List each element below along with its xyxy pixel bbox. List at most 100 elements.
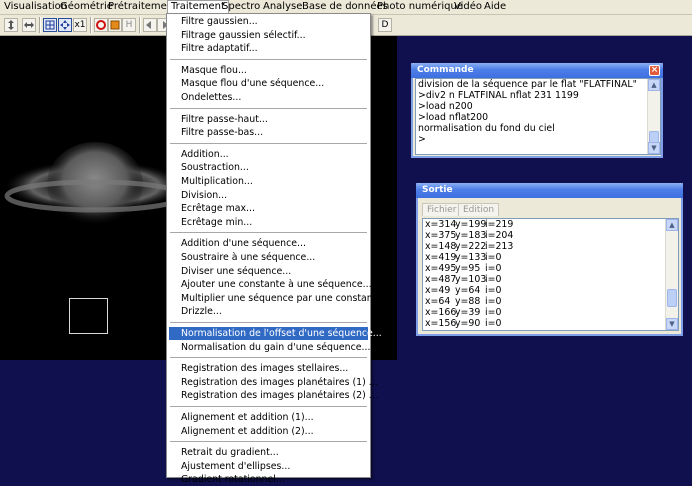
output-y: y=222 — [455, 241, 487, 252]
menu-item[interactable]: Normalisation de l'offset d'une séquence… — [169, 327, 382, 340]
menu-item[interactable]: Ondelettes... — [169, 91, 368, 104]
menu-item[interactable]: Retrait du gradient... — [169, 446, 368, 459]
output-y: y=88 — [455, 296, 481, 307]
output-i: i=0 — [485, 274, 502, 285]
output-x: x=487 — [425, 274, 457, 285]
menu-item[interactable]: Division... — [169, 189, 368, 202]
output-i: i=0 — [485, 318, 502, 329]
console-line: > — [418, 134, 426, 145]
close-icon[interactable]: × — [649, 65, 660, 76]
d-label: D — [381, 20, 389, 30]
commande-titlebar[interactable]: Commande × — [411, 63, 663, 78]
output-i: i=219 — [485, 219, 514, 230]
menu-item[interactable]: Diviser une séquence... — [169, 265, 368, 278]
menu-item[interactable]: Filtre adaptatif... — [169, 42, 368, 55]
left-arrow-icon[interactable] — [143, 18, 157, 32]
menu-item[interactable]: Ajustement d'ellipses... — [169, 460, 368, 473]
output-i: i=0 — [485, 285, 502, 296]
menu-item[interactable]: Alignement et addition (1)... — [169, 411, 368, 424]
menu-item[interactable]: Filtre gaussien... — [169, 15, 368, 28]
sortie-scrollbar[interactable]: ▲ ▼ — [665, 219, 678, 330]
toolbar-separator — [39, 17, 41, 33]
scroll-down-icon[interactable]: ▼ — [666, 318, 678, 330]
output-row: x=156 y=90 i=0 — [423, 318, 678, 329]
menu-item[interactable]: Filtre passe-bas... — [169, 126, 368, 139]
tab-fichier[interactable]: Fichier — [422, 203, 462, 216]
menu-item[interactable]: Soustraire à une séquence... — [169, 251, 368, 264]
output-row: x=64 y=88 i=0 — [423, 296, 678, 307]
h-icon[interactable]: H — [122, 18, 136, 32]
menu-item[interactable]: Multiplication... — [169, 175, 368, 188]
sortie-titlebar[interactable]: Sortie — [416, 183, 683, 198]
menu-item[interactable]: Ecrêtage max... — [169, 202, 368, 215]
menu-separator — [170, 357, 367, 360]
menu-item[interactable]: Addition... — [169, 148, 368, 161]
scroll-thumb[interactable] — [667, 289, 677, 307]
menu-aide[interactable]: Aide — [481, 0, 509, 14]
commande-text-area[interactable]: division de la séquence par le flat "FLA… — [415, 78, 661, 155]
grid-icon[interactable] — [43, 18, 57, 32]
sortie-lines: x=314 y=199 i=219 x=375 y=183 i=204 x=148 y=222… — [423, 219, 678, 329]
sortie-text-area[interactable]: x=314 y=199 i=219 x=375 y=183 i=204 x=148 y=222… — [422, 218, 679, 331]
menu-item[interactable]: Ajouter une constante à une séquence... — [169, 278, 372, 291]
commande-title: Commande — [417, 65, 474, 75]
zoom-x1-icon[interactable]: x1 — [73, 18, 87, 32]
menu-item[interactable]: Registration des images stellaires... — [169, 362, 368, 375]
menu-item[interactable]: Registration des images planétaires (1) … — [169, 376, 378, 389]
cut-icon[interactable]: D — [378, 18, 392, 32]
scroll-down-icon[interactable]: ▼ — [648, 142, 660, 154]
orange-square-icon[interactable] — [108, 18, 122, 32]
menu-item[interactable]: Addition d'une séquence... — [169, 237, 368, 250]
output-x: x=49 — [425, 285, 451, 296]
menu-item[interactable]: Filtre passe-haut... — [169, 113, 368, 126]
console-line: division de la séquence par le flat "FLA… — [418, 79, 637, 90]
menu-separator — [170, 322, 367, 324]
red-circle-icon[interactable] — [94, 18, 108, 32]
tab-edition[interactable]: Edition — [458, 203, 500, 216]
output-row: x=375 y=183 i=204 — [423, 230, 678, 241]
output-row: x=419 y=133 i=0 — [423, 252, 678, 263]
output-i: i=213 — [485, 241, 514, 252]
console-line: >load nflat200 — [418, 112, 489, 123]
output-x: x=166 — [425, 307, 457, 318]
console-line: >load n200 — [418, 101, 473, 112]
menu-separator — [170, 232, 367, 235]
menu-item[interactable]: Filtrage gaussien sélectif... — [169, 29, 368, 42]
menu-item[interactable]: Normalisation du gain d'une séquence... — [169, 341, 370, 354]
output-y: y=133 — [455, 252, 487, 263]
menu-video[interactable]: Vidéo — [451, 0, 485, 14]
output-row: x=148 y=222 i=213 — [423, 241, 678, 252]
selection-rectangle[interactable] — [69, 298, 108, 334]
left-right-arrows-icon[interactable] — [22, 18, 36, 32]
scroll-up-icon[interactable]: ▲ — [648, 79, 660, 91]
menu-item[interactable]: Alignement et addition (2)... — [169, 425, 368, 438]
sortie-title: Sortie — [422, 185, 453, 195]
commande-scrollbar[interactable]: ▲ ▼ — [647, 79, 660, 154]
commande-lines: division de la séquence par le flat "FLA… — [416, 79, 660, 145]
menu-item[interactable]: Soustraction... — [169, 161, 368, 174]
commande-window: Commande × division de la séquence par l… — [411, 63, 663, 158]
output-y: y=90 — [455, 318, 481, 329]
output-i: i=0 — [485, 263, 502, 274]
menu-separator — [170, 441, 367, 444]
menu-item[interactable]: Masque flou... — [169, 64, 368, 77]
menu-spectro[interactable]: Spectro — [219, 0, 263, 14]
output-y: y=199 — [455, 219, 487, 230]
output-x: x=64 — [425, 296, 451, 307]
output-y: y=39 — [455, 307, 481, 318]
move-icon[interactable] — [58, 18, 72, 32]
output-i: i=0 — [485, 252, 502, 263]
menu-item[interactable]: Registration des images planétaires (2) … — [169, 389, 378, 402]
menu-separator — [170, 107, 367, 110]
menu-item[interactable]: Drizzle... — [169, 305, 368, 318]
output-row: x=314 y=199 i=219 — [423, 219, 678, 230]
output-y: y=183 — [455, 230, 487, 241]
output-row: x=166 y=39 i=0 — [423, 307, 678, 318]
output-y: y=103 — [455, 274, 487, 285]
scroll-up-icon[interactable]: ▲ — [666, 219, 678, 231]
menu-item[interactable]: Multiplier une séquence par une constant… — [169, 292, 391, 305]
menu-item[interactable]: Ecrêtage min... — [169, 216, 368, 229]
menu-item[interactable]: Masque flou d'une séquence... — [169, 77, 368, 90]
output-y: y=64 — [455, 285, 481, 296]
up-down-arrows-icon[interactable] — [4, 18, 18, 32]
